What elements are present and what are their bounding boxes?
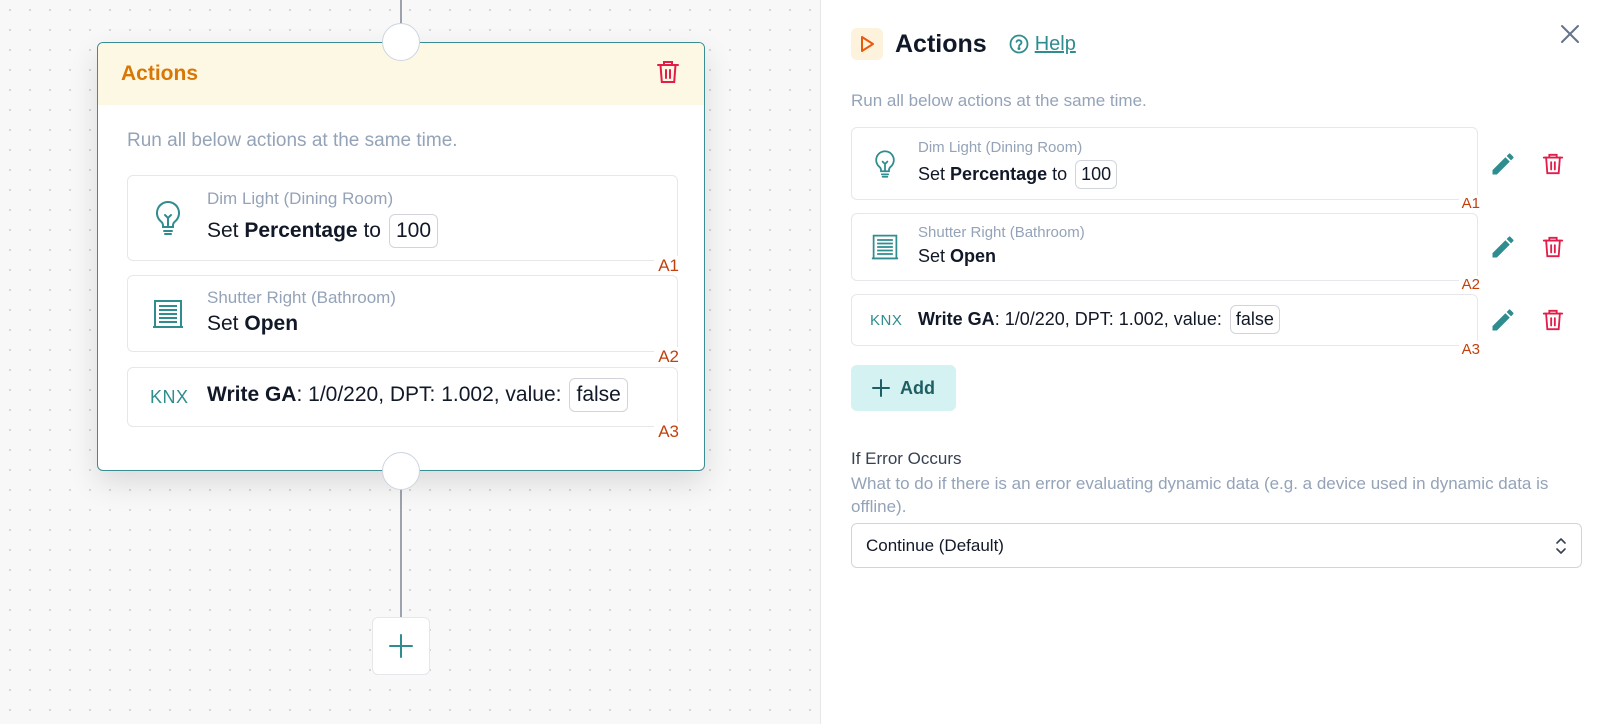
plus-icon bbox=[872, 379, 890, 397]
action-detail: : 1/0/220, DPT: 1.002, value: bbox=[296, 383, 562, 406]
action-tag: A1 bbox=[654, 256, 683, 276]
selected-option: Continue (Default) bbox=[866, 535, 1004, 555]
lightbulb-icon bbox=[870, 149, 900, 179]
error-section-label: If Error Occurs bbox=[851, 449, 962, 468]
chevron-updown-icon bbox=[1556, 537, 1566, 554]
knx-icon: KNX bbox=[870, 311, 903, 329]
trash-icon[interactable] bbox=[656, 59, 680, 90]
delete-action-1-button[interactable] bbox=[1536, 147, 1570, 181]
action-tag: A3 bbox=[654, 422, 683, 442]
shutter-icon bbox=[150, 296, 186, 332]
action-summary: Set Open bbox=[918, 246, 996, 267]
value-chip: 100 bbox=[388, 214, 439, 248]
plus-icon bbox=[389, 634, 413, 658]
node-action-1[interactable]: Dim Light (Dining Room) Set Percentage t… bbox=[127, 175, 683, 276]
trash-icon bbox=[1542, 236, 1564, 258]
action-property: Write GA bbox=[918, 309, 995, 329]
action-connector: to bbox=[363, 219, 381, 242]
action-tag: A3 bbox=[1458, 341, 1483, 358]
edit-action-1-button[interactable] bbox=[1486, 147, 1520, 181]
flow-canvas[interactable]: Actions Run all below actions at the sam… bbox=[0, 0, 820, 724]
device-name: Dim Light (Dining Room) bbox=[918, 139, 1083, 156]
node-action-3[interactable]: KNX Write GA: 1/0/220, DPT: 1.002, value… bbox=[127, 367, 683, 442]
device-name: Shutter Right (Bathroom) bbox=[207, 288, 396, 307]
edit-action-2-button[interactable] bbox=[1486, 230, 1520, 264]
action-tag: A1 bbox=[1458, 195, 1483, 212]
device-name: Dim Light (Dining Room) bbox=[207, 189, 394, 208]
action-summary: Set Percentage to 100 bbox=[918, 160, 1118, 189]
panel-action-3[interactable]: KNX Write GA: 1/0/220, DPT: 1.002, value… bbox=[851, 294, 1483, 358]
node-description: Run all below actions at the same time. bbox=[127, 130, 458, 151]
error-section-help: What to do if there is an error evaluati… bbox=[851, 474, 1549, 516]
action-connector: to bbox=[1052, 164, 1068, 184]
value-chip: 100 bbox=[1075, 160, 1118, 189]
panel-action-1[interactable]: Dim Light (Dining Room) Set Percentage t… bbox=[851, 127, 1483, 212]
panel-description: Run all below actions at the same time. bbox=[851, 91, 1147, 110]
action-verb: Set bbox=[918, 246, 946, 266]
help-link[interactable]: Help bbox=[1009, 33, 1076, 56]
shutter-icon bbox=[870, 232, 900, 262]
add-label: Add bbox=[900, 377, 935, 398]
action-tag: A2 bbox=[654, 347, 683, 367]
delete-action-2-button[interactable] bbox=[1536, 230, 1570, 264]
device-name: Shutter Right (Bathroom) bbox=[918, 224, 1085, 241]
input-port[interactable] bbox=[382, 23, 420, 61]
action-tag: A2 bbox=[1458, 276, 1483, 293]
panel-action-2[interactable]: Shutter Right (Bathroom) Set Open A2 bbox=[851, 213, 1483, 293]
action-property: Write GA bbox=[207, 383, 297, 406]
pencil-icon bbox=[1492, 153, 1514, 175]
action-summary: Set Percentage to 100 bbox=[207, 214, 439, 248]
connector-line-bottom bbox=[400, 488, 402, 618]
help-label[interactable]: Help bbox=[1035, 33, 1076, 56]
value-chip: false bbox=[569, 378, 628, 412]
action-summary: Write GA: 1/0/220, DPT: 1.002, value: fa… bbox=[207, 378, 628, 412]
action-property: Open bbox=[244, 312, 299, 335]
actions-node[interactable]: Actions Run all below actions at the sam… bbox=[97, 42, 705, 471]
node-title: Actions bbox=[121, 62, 199, 85]
action-property: Open bbox=[950, 246, 997, 266]
delete-action-3-button[interactable] bbox=[1536, 303, 1570, 337]
help-icon bbox=[1009, 34, 1029, 54]
panel-header: Actions Help bbox=[851, 28, 1076, 60]
trash-icon bbox=[1542, 309, 1564, 331]
panel-title: Actions bbox=[895, 29, 987, 58]
edit-action-3-button[interactable] bbox=[1486, 303, 1520, 337]
lightbulb-icon bbox=[150, 200, 186, 236]
add-step-button[interactable] bbox=[372, 617, 430, 675]
pencil-icon bbox=[1492, 236, 1514, 258]
pencil-icon bbox=[1492, 309, 1514, 331]
connector-line-top bbox=[400, 0, 402, 24]
action-property: Percentage bbox=[950, 164, 1048, 184]
add-action-button[interactable]: Add bbox=[851, 365, 956, 411]
close-icon[interactable] bbox=[1558, 22, 1582, 46]
knx-icon: KNX bbox=[150, 386, 189, 407]
action-verb: Set bbox=[207, 312, 239, 335]
action-summary: Set Open bbox=[207, 312, 298, 336]
value-chip: false bbox=[1229, 305, 1280, 334]
node-action-2[interactable]: Shutter Right (Bathroom) Set Open A2 bbox=[127, 275, 683, 367]
play-icon bbox=[851, 28, 883, 60]
action-verb: Set bbox=[918, 164, 946, 184]
error-behavior-select[interactable]: Continue (Default) bbox=[851, 523, 1582, 568]
settings-panel: Actions Help Run all below actions at th… bbox=[820, 0, 1604, 724]
action-detail: : 1/0/220, DPT: 1.002, value: bbox=[994, 309, 1222, 329]
action-property: Percentage bbox=[244, 219, 358, 242]
action-verb: Set bbox=[207, 219, 239, 242]
trash-icon bbox=[1542, 153, 1564, 175]
action-summary: Write GA: 1/0/220, DPT: 1.002, value: fa… bbox=[918, 305, 1280, 334]
output-port[interactable] bbox=[382, 452, 420, 490]
